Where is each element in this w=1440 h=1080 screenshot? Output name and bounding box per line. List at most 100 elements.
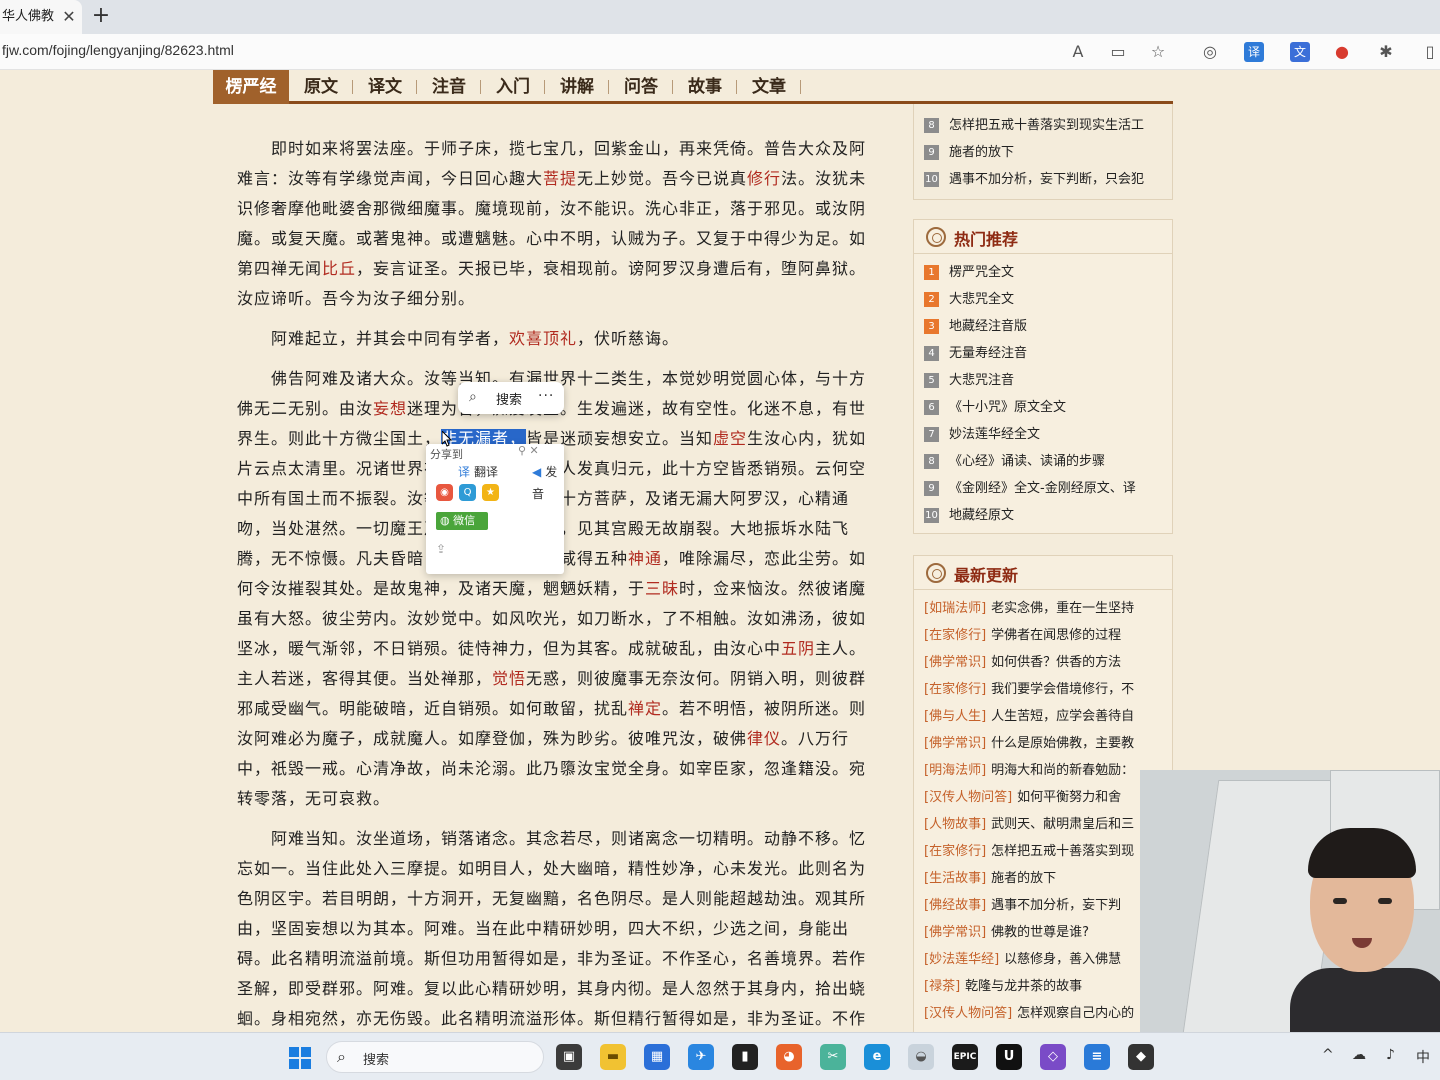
share-more-icon[interactable]: ⇪	[436, 542, 446, 556]
file-explorer-icon[interactable]: ▬	[600, 1044, 626, 1070]
new-tab-button[interactable]: +	[88, 4, 114, 30]
list-item[interactable]: 8 《心经》诵读、读诵的步骤	[924, 448, 1172, 475]
keyword-link[interactable]: 五阴	[781, 639, 815, 658]
list-item[interactable]: 10 遇事不加分析，妄下判断，只会犯	[924, 166, 1172, 193]
snipping-tool-icon[interactable]: ✂	[820, 1044, 846, 1070]
list-item[interactable]: 9 施者的放下	[924, 139, 1172, 166]
list-item[interactable]: [汉传人物问答] 怎样观察自己内心的	[924, 1000, 1172, 1027]
article-paragraph: 即时如来将罢法座。于师子床，揽七宝几，回紫金山，再来凭倚。普告大众及阿难言：汝等…	[237, 139, 867, 308]
keyword-link[interactable]: 修行	[747, 169, 781, 188]
reader-view-icon[interactable]: ▭	[1108, 42, 1128, 62]
list-item[interactable]: 6 《十小咒》原文全文	[924, 394, 1172, 421]
read-aloud-icon[interactable]: A	[1068, 42, 1088, 62]
list-item[interactable]: 5 大悲咒注音	[924, 367, 1172, 394]
list-item[interactable]: [汉传人物问答] 如何平衡努力和舍	[924, 784, 1172, 811]
taskbar-search[interactable]: ⌕ 搜索	[326, 1041, 544, 1073]
keyword-link[interactable]: 觉悟	[492, 669, 526, 688]
list-item[interactable]: [生活故事] 施者的放下	[924, 865, 1172, 892]
app-icon[interactable]: ◒	[908, 1044, 934, 1070]
list-item[interactable]: [在家修行] 学佛者在闻思修的过程	[924, 622, 1172, 649]
translate-extension-icon[interactable]: 译	[1244, 42, 1264, 62]
list-item[interactable]: [在家修行] 怎样把五戒十善落实到现	[924, 838, 1172, 865]
qzone-icon[interactable]: Q	[459, 484, 476, 501]
ime-indicator[interactable]: 中	[1416, 1047, 1430, 1067]
search-icon[interactable]: ⌕	[469, 390, 483, 404]
lotus-icon	[926, 227, 946, 247]
taskbar: ⌕ 搜索 ▣ ▬ ▦ ✈ ▮ ◕ ✂ e ◒ EPIC U ◇ ≡ ◆ ^ ☁ …	[0, 1032, 1440, 1080]
weibo-icon[interactable]: ◉	[436, 484, 453, 501]
wechat-icon: ◍	[440, 514, 454, 527]
favorite-star-icon[interactable]: ☆	[1148, 42, 1168, 62]
keyword-link[interactable]: 欢喜顶礼	[509, 329, 577, 348]
firefox-icon[interactable]: ◕	[776, 1044, 802, 1070]
feishu-icon[interactable]: ✈	[688, 1044, 714, 1070]
game-icon[interactable]: ◆	[1128, 1044, 1154, 1070]
list-item[interactable]: [妙法莲华经] 以慈修身，善入佛慧	[924, 946, 1172, 973]
close-icon[interactable]: ⚲ ✕	[518, 444, 539, 457]
list-item[interactable]: [佛学常识] 什么是原始佛教，主要教	[924, 730, 1172, 757]
terminal-icon[interactable]: ▮	[732, 1044, 758, 1070]
translate-button[interactable]: 译翻译	[458, 461, 498, 483]
list-item[interactable]: 3 地藏经注音版	[924, 313, 1172, 340]
hot-recommend-panel: 热门推荐 1 楞严咒全文 2 大悲咒全文 3 地藏经注音版 4 无量寿经注音 5 大悲咒注…	[913, 219, 1173, 534]
microphone-icon[interactable]: ♪	[1386, 1047, 1395, 1063]
visual-studio-icon[interactable]: ◇	[1040, 1044, 1066, 1070]
edge-icon[interactable]: e	[864, 1044, 890, 1070]
keyword-link[interactable]: 禅定	[628, 699, 662, 718]
star-icon[interactable]: ★	[482, 484, 499, 501]
epic-games-icon[interactable]: EPIC	[952, 1044, 978, 1070]
list-item[interactable]: 1 楞严咒全文	[924, 259, 1172, 286]
split-screen-icon[interactable]: ▯	[1420, 42, 1440, 62]
extensions-puzzle-icon[interactable]: ✱	[1376, 42, 1396, 62]
tab-close-icon[interactable]: ✕	[58, 6, 80, 28]
list-item[interactable]: [佛学常识] 佛教的世尊是谁?	[924, 919, 1172, 946]
address-bar: fjw.com/fojing/lengyanjing/82623.html A …	[0, 34, 1440, 70]
keyword-link[interactable]: 妄想	[373, 399, 407, 418]
list-item[interactable]: [如瑞法师] 老实念佛，重在一生坚持	[924, 595, 1172, 622]
list-item[interactable]: [人物故事] 武则天、献明肃皇后和三	[924, 811, 1172, 838]
article-paragraph: 阿难当知。汝坐道场，销落诸念。其念若尽，则诸离念一切精明。动静不移。忆忘如一。当…	[237, 829, 867, 1028]
speak-button[interactable]: ◀ 发音	[532, 461, 564, 501]
translate-icon: 译	[458, 465, 471, 479]
wechat-share-button[interactable]: ◍ 微信	[436, 512, 488, 530]
list-item[interactable]: 10 地藏经原文	[924, 502, 1172, 529]
list-item[interactable]: [佛学常识] 如何供香？供香的方法	[924, 649, 1172, 676]
speaker-icon: ◀	[532, 465, 542, 479]
article-paragraph: 佛告阿难及诸大众。汝等当知。有漏世界十二类生，本觉妙明觉圆心体，与十方佛无二无别…	[237, 369, 867, 808]
list-item[interactable]: 2 大悲咒全文	[924, 286, 1172, 313]
url-field[interactable]: fjw.com/fojing/lengyanjing/82623.html	[2, 42, 234, 58]
share-label: 分享到	[430, 448, 463, 461]
network-icon[interactable]: ☁	[1352, 1047, 1366, 1063]
mouse-cursor-icon	[442, 431, 452, 447]
list-item[interactable]: 7 妙法莲华经全文	[924, 421, 1172, 448]
notepad-icon[interactable]: ≡	[1084, 1044, 1110, 1070]
list-item[interactable]: [佛经故事] 遇事不加分析，妄下判	[924, 892, 1172, 919]
extension-red-icon[interactable]: ●	[1332, 42, 1352, 62]
search-icon: ⌕	[337, 1047, 346, 1066]
list-item[interactable]: [在家修行] 我们要学会借境修行，不	[924, 676, 1172, 703]
translate-page-icon[interactable]: 文	[1290, 42, 1310, 62]
browser-tab[interactable]: 华人佛教 ✕	[0, 0, 82, 34]
chevron-up-icon[interactable]: ^	[1322, 1047, 1334, 1063]
keyword-link[interactable]: 比丘	[322, 259, 356, 278]
share-popup: 分享到 ⚲ ✕ 译翻译 ◀ 发音 ◉ Q ★ ◍ 微信 ⇪	[426, 444, 564, 574]
list-item[interactable]: 8 怎样把五戒十善落实到现实生活工	[924, 112, 1172, 139]
list-item[interactable]: [佛与人生] 人生苦短，应学会善待自	[924, 703, 1172, 730]
list-item[interactable]: 9 《金刚经》全文-金刚经原文、译	[924, 475, 1172, 502]
list-item[interactable]: [明海法师] 明海大和尚的新春勉励：	[924, 757, 1172, 784]
person-shirt	[1290, 968, 1440, 1032]
list-item[interactable]: 4 无量寿经注音	[924, 340, 1172, 367]
keyword-link[interactable]: 神通	[628, 549, 662, 568]
unreal-engine-icon[interactable]: U	[996, 1044, 1022, 1070]
popup-more-button[interactable]: ···	[538, 388, 554, 404]
keyword-link[interactable]: 菩提	[543, 169, 577, 188]
list-item[interactable]: [禄茶] 乾隆与龙井茶的故事	[924, 973, 1172, 1000]
keyword-link[interactable]: 三昧	[645, 579, 679, 598]
keyword-link[interactable]: 律仪	[747, 729, 781, 748]
keyword-link[interactable]: 虚空	[713, 429, 747, 448]
popup-search-button[interactable]: 搜索	[496, 389, 522, 408]
windows-start-icon[interactable]	[289, 1047, 311, 1069]
extension-icon[interactable]: ◎	[1200, 42, 1220, 62]
task-view-icon[interactable]: ▣	[556, 1044, 582, 1070]
store-icon[interactable]: ▦	[644, 1044, 670, 1070]
